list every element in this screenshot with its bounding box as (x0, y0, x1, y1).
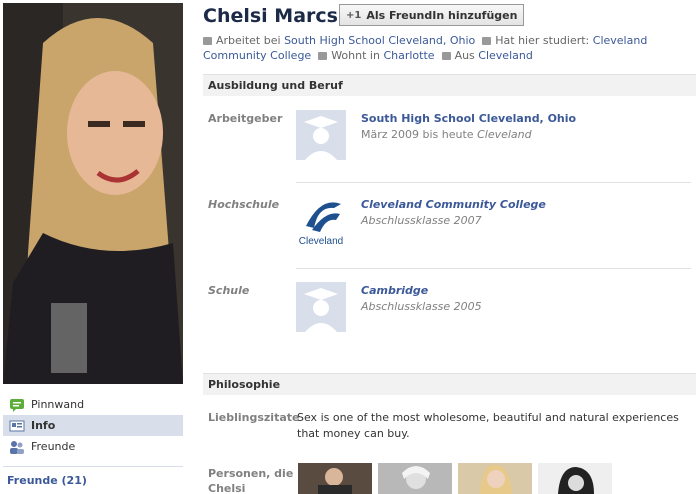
friends-icon (9, 440, 25, 454)
sidebar-item-friends[interactable]: Freunde (3, 436, 183, 457)
school-title[interactable]: Cambridge (361, 284, 428, 297)
add-friend-button[interactable]: +1 Als FreundIn hinzufügen (339, 4, 525, 26)
college-logo-text: Cleveland (299, 236, 343, 246)
employer-title[interactable]: South High School Cleveland, Ohio (361, 112, 576, 125)
info-bar: Arbeitet bei South High School Cleveland… (203, 33, 693, 63)
sidebar-item-label: Freunde (31, 440, 76, 453)
add-friend-label: Als FreundIn hinzufügen (366, 8, 518, 22)
person-thumbnail[interactable] (538, 463, 612, 494)
studied-prefix: Hat hier studiert: (495, 34, 590, 47)
divider (296, 182, 691, 183)
from-link[interactable]: Cleveland (478, 49, 533, 62)
sidebar-item-wall[interactable]: Pinnwand (3, 394, 183, 415)
section-heading-philosophy: Philosophie (203, 373, 696, 395)
college-title[interactable]: Cleveland Community College (361, 198, 546, 211)
from-prefix: Aus (454, 49, 475, 62)
person-thumbnail[interactable] (298, 463, 372, 494)
divider (296, 268, 691, 269)
college-label: Hochschule (208, 198, 280, 211)
works-prefix: Arbeitet bei (216, 34, 281, 47)
person-thumbnail[interactable] (458, 463, 532, 494)
home-icon (318, 52, 328, 60)
hometown-icon (441, 52, 451, 60)
employer-thumbnail[interactable] (296, 110, 346, 160)
favorite-quote: Sex is one of the most wholesome, beauti… (297, 411, 679, 440)
friends-heading[interactable]: Freunde (21) (7, 474, 87, 487)
quotes-label: Lieblingszitate (208, 411, 300, 424)
info-icon (9, 419, 25, 433)
briefcase-icon (203, 37, 212, 45)
college-logo[interactable]: Cleveland (296, 196, 346, 246)
college-sub: Abschlussklasse 2007 (361, 214, 482, 227)
school-thumbnail[interactable] (296, 282, 346, 332)
profile-name: Chelsi Marcs (203, 5, 338, 27)
school-label: Schule (208, 284, 250, 297)
sidebar-item-info[interactable]: Info (3, 415, 183, 436)
employer-period: März 2009 bis heute Cleveland (361, 128, 532, 141)
employer-label: Arbeitgeber (208, 112, 283, 125)
lives-prefix: Wohnt in (331, 49, 380, 62)
section-heading-education: Ausbildung und Beruf (203, 74, 696, 96)
sidebar-divider (3, 466, 183, 467)
lives-in-link[interactable]: Charlotte (383, 49, 434, 62)
works-at-link[interactable]: South High School Cleveland, Ohio (284, 34, 475, 47)
graduation-icon (482, 37, 492, 45)
people-label: Personen, die Chelsi (208, 467, 294, 494)
sidebar-item-label: Pinnwand (31, 398, 85, 411)
person-thumbnail[interactable] (378, 463, 452, 494)
profile-photo[interactable] (3, 3, 183, 384)
add-friend-icon: +1 (346, 9, 362, 21)
sidebar-item-label: Info (31, 419, 56, 432)
school-sub: Abschlussklasse 2005 (361, 300, 482, 313)
wall-icon (9, 398, 25, 412)
